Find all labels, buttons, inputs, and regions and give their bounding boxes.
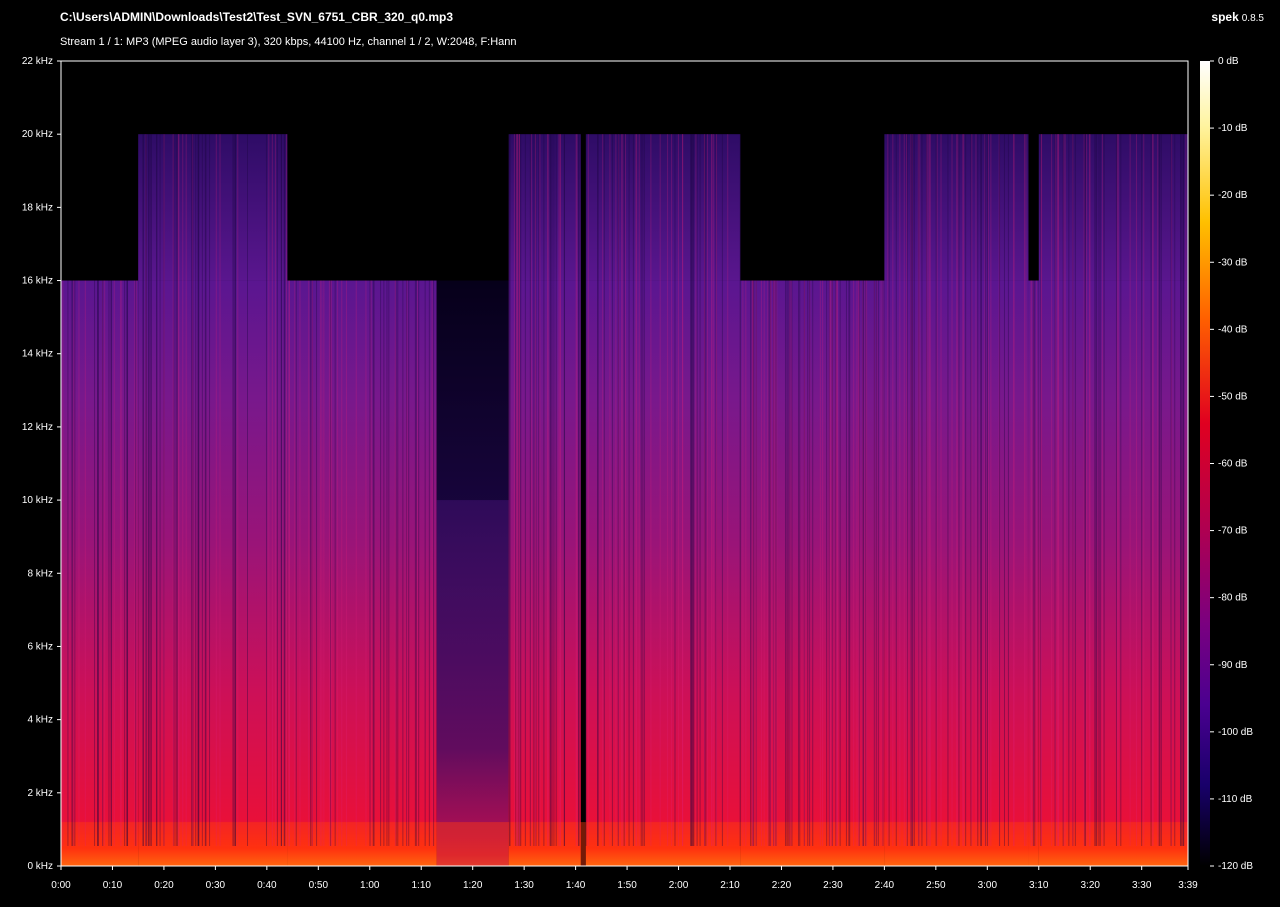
x-tick-label: 3:00 [978, 880, 998, 891]
colorbar-tick-label: -60 dB [1218, 459, 1248, 470]
x-tick-label: 1:20 [463, 880, 483, 891]
x-tick-label: 1:30 [514, 880, 534, 891]
x-tick-label: 3:10 [1029, 880, 1049, 891]
colorbar-tick-label: -50 dB [1218, 391, 1248, 402]
quiet-core-3 [436, 500, 509, 866]
colorbar-tick-label: 0 dB [1218, 56, 1239, 67]
x-tick-label: 2:40 [875, 880, 895, 891]
colorbar-tick-label: -70 dB [1218, 526, 1248, 537]
colorbar-axis: 0 dB -10 dB -20 dB -30 dB -40 dB -50 dB -60 dB… [1210, 56, 1253, 872]
segment-2 [287, 280, 437, 867]
segment-high-band-9 [1038, 134, 1188, 281]
y-tick-label: 12 kHz [22, 422, 53, 433]
x-tick-label: 0:50 [309, 880, 329, 891]
x-tick-label: 2:00 [669, 880, 689, 891]
y-tick-label: 22 kHz [22, 56, 53, 67]
time-axis: 0:00 0:10 0:20 0:30 0:40 0:50 1:00 1:10 1:20 1:30… [51, 866, 1198, 891]
x-tick-label: 0:10 [103, 880, 123, 891]
x-tick-label: 2:30 [823, 880, 843, 891]
colorbar-tick-label: -20 dB [1218, 190, 1248, 201]
x-tick-label: 1:10 [411, 880, 431, 891]
y-tick-label: 6 kHz [27, 641, 53, 652]
y-tick-label: 16 kHz [22, 276, 53, 287]
x-tick-label: 1:50 [617, 880, 637, 891]
colorbar-tick-label: -90 dB [1218, 660, 1248, 671]
segment-9 [1038, 280, 1188, 867]
y-tick-label: 0 kHz [27, 861, 53, 872]
segment-1 [138, 280, 288, 867]
frequency-axis: 0 kHz 2 kHz 4 kHz 6 kHz 8 kHz 10 kHz 12 kHz 14 … [22, 56, 61, 872]
colorbar-tick-label: -30 dB [1218, 257, 1248, 268]
y-tick-label: 10 kHz [22, 495, 53, 506]
x-tick-label: 2:10 [720, 880, 740, 891]
segment-5 [585, 280, 741, 867]
x-tick-label: 2:50 [926, 880, 946, 891]
x-tick-label: 0:40 [257, 880, 277, 891]
y-tick-label: 20 kHz [22, 129, 53, 140]
colorbar-tick-label: -120 dB [1218, 861, 1253, 872]
x-tick-label: 3:20 [1080, 880, 1100, 891]
x-tick-label: 1:40 [566, 880, 586, 891]
y-tick-label: 4 kHz [27, 715, 53, 726]
x-tick-label: 2:20 [772, 880, 792, 891]
colorbar-tick-label: -40 dB [1218, 324, 1248, 335]
x-tick-label: 0:00 [51, 880, 71, 891]
x-tick-label: 1:00 [360, 880, 380, 891]
y-tick-label: 14 kHz [22, 349, 53, 360]
x-tick-label: 0:30 [206, 880, 226, 891]
spectrogram-chart: 0 kHz 2 kHz 4 kHz 6 kHz 8 kHz 10 kHz 12 kHz 14 … [22, 56, 1253, 891]
colorbar-tick-label: -10 dB [1218, 123, 1248, 134]
colorbar-tick-label: -80 dB [1218, 593, 1248, 604]
colorbar-tick-label: -110 dB [1218, 794, 1253, 805]
y-tick-label: 8 kHz [27, 568, 53, 579]
y-tick-label: 18 kHz [22, 202, 53, 213]
x-tick-label: 3:39 [1178, 880, 1198, 891]
y-tick-label: 2 kHz [27, 788, 53, 799]
x-tick-label: 3:30 [1132, 880, 1152, 891]
segment-high-band-1 [138, 134, 288, 281]
colorbar [1200, 61, 1210, 866]
segment-high-band-5 [585, 134, 741, 281]
colorbar-tick-label: -100 dB [1218, 727, 1253, 738]
x-tick-label: 0:20 [154, 880, 174, 891]
